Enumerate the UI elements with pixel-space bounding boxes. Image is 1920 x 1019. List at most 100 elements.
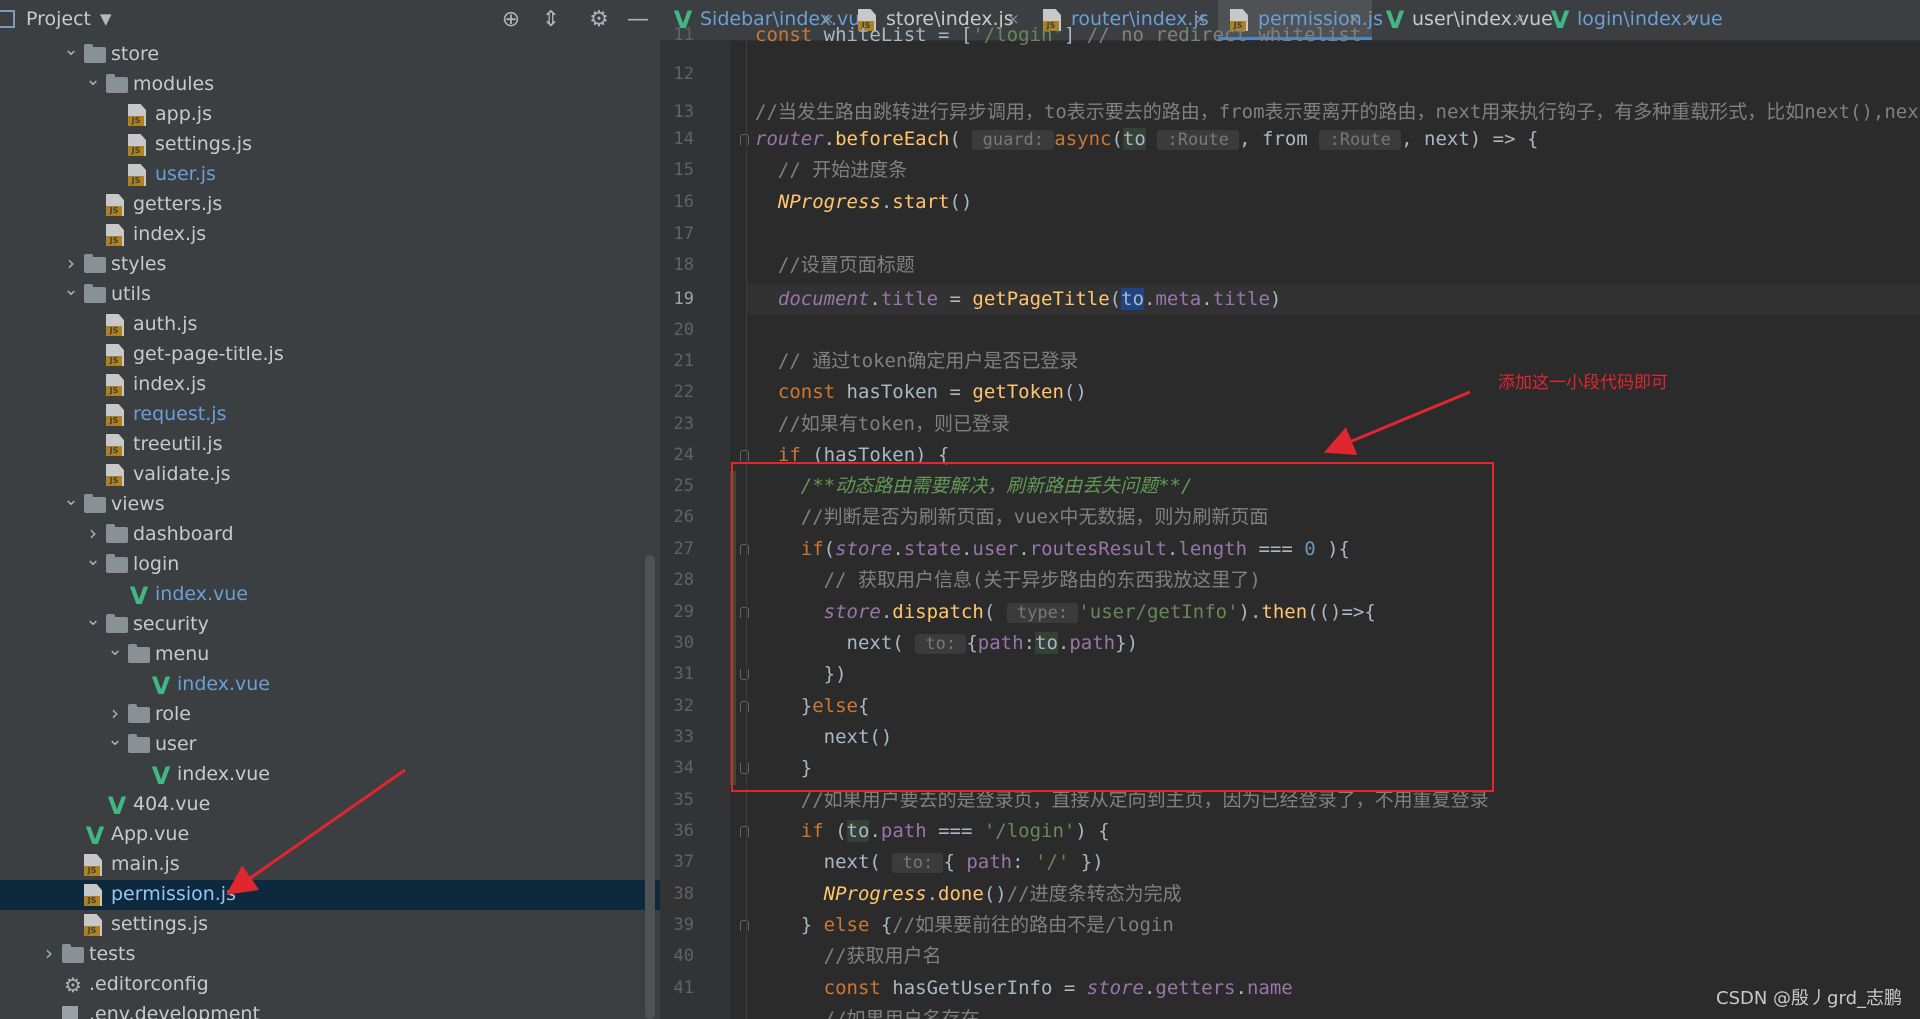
chevron-down-icon[interactable]: ⌄ — [106, 730, 124, 750]
line-number: 12 — [673, 64, 694, 84]
tree-item[interactable]: ⌄ user — [0, 730, 660, 760]
collapse-all-icon[interactable]: ⇕ — [537, 6, 565, 34]
chevron-right-icon[interactable]: › — [106, 703, 124, 723]
line-number: 26 — [673, 507, 694, 527]
line-number: 30 — [673, 633, 694, 653]
chevron-down-icon[interactable]: ⌄ — [84, 610, 102, 630]
fold-marker-icon[interactable] — [740, 134, 749, 145]
chevron-right-icon[interactable]: › — [84, 523, 102, 543]
tree-item[interactable]: settings.js — [0, 130, 660, 160]
tree-item-label: views — [111, 493, 165, 515]
gear-icon: ⚙ — [64, 973, 82, 997]
chevron-down-icon[interactable]: ⌄ — [84, 550, 102, 570]
js-file-icon — [128, 134, 146, 156]
tree-item[interactable]: › styles — [0, 250, 660, 280]
project-scrollbar[interactable] — [645, 555, 655, 1019]
tree-item[interactable]: app.js — [0, 100, 660, 130]
line-number: 32 — [673, 696, 694, 716]
chevron-down-icon[interactable]: ▼ — [100, 10, 112, 28]
tree-item[interactable]: ⌄ views — [0, 490, 660, 520]
tree-item[interactable]: .env.development — [0, 1000, 660, 1019]
folder-icon — [62, 944, 84, 963]
tree-item[interactable]: Vindex.vue — [0, 580, 660, 610]
folder-icon — [106, 524, 128, 543]
tree-item[interactable]: auth.js — [0, 310, 660, 340]
chevron-down-icon[interactable]: ⌄ — [62, 280, 80, 300]
tree-item[interactable]: index.js — [0, 220, 660, 250]
code-line-14: router.beforeEach( guard: async(to :Rout… — [755, 128, 1539, 150]
chevron-down-icon[interactable]: ⌄ — [106, 640, 124, 660]
tree-item[interactable]: Vindex.vue — [0, 670, 660, 700]
file-icon — [62, 1006, 78, 1019]
tree-item[interactable]: ⌄ modules — [0, 70, 660, 100]
chevron-right-icon[interactable]: › — [62, 253, 80, 273]
tree-item[interactable]: permission.js — [0, 880, 660, 910]
tab-label: user\index.vue — [1412, 8, 1553, 30]
tree-item[interactable]: main.js — [0, 850, 660, 880]
chevron-down-icon[interactable]: ⌄ — [84, 70, 102, 90]
tree-item[interactable]: Vindex.vue — [0, 760, 660, 790]
fold-marker-icon[interactable] — [740, 920, 749, 931]
tree-item-label: treeutil.js — [133, 433, 223, 455]
tree-item-label: .env.development — [89, 1003, 260, 1019]
tree-item-label: role — [155, 703, 191, 725]
chevron-down-icon[interactable]: ⌄ — [62, 40, 80, 60]
js-file-icon — [106, 224, 124, 246]
fold-marker-icon[interactable] — [740, 450, 749, 461]
line-number: 16 — [673, 192, 694, 212]
folder-icon — [128, 704, 150, 723]
tree-item-label: styles — [111, 253, 167, 275]
folder-icon — [84, 494, 106, 513]
tree-item[interactable]: ⌄ utils — [0, 280, 660, 310]
line-number: 34 — [673, 758, 694, 778]
js-file-icon — [106, 404, 124, 426]
tree-item-label: security — [133, 613, 209, 635]
tree-item[interactable]: ⌄ menu — [0, 640, 660, 670]
tree-item[interactable]: › role — [0, 700, 660, 730]
fold-marker-icon[interactable] — [740, 826, 749, 837]
vue-file-icon: V — [151, 762, 171, 790]
tree-item-label: index.js — [133, 373, 207, 395]
tree-item[interactable]: settings.js — [0, 910, 660, 940]
code-line-21: // 通过token确定用户是否已登录 — [777, 350, 1079, 372]
tree-item[interactable]: ⌄ login — [0, 550, 660, 580]
highlight-box — [731, 462, 1494, 792]
chevron-right-icon[interactable]: › — [40, 943, 58, 963]
tree-item-label: store — [111, 43, 160, 65]
tree-item[interactable]: ⚙ .editorconfig — [0, 970, 660, 1000]
tree-item[interactable]: › dashboard — [0, 520, 660, 550]
tree-item[interactable]: validate.js — [0, 460, 660, 490]
tab-user-index-vue[interactable]: Vuser\index.vue × — [1372, 0, 1553, 40]
gear-icon[interactable]: ⚙ — [585, 6, 613, 34]
tree-item[interactable]: V 404.vue — [0, 790, 660, 820]
folder-icon — [128, 644, 150, 663]
tree-item[interactable]: index.js — [0, 370, 660, 400]
tree-item[interactable]: treeutil.js — [0, 430, 660, 460]
locate-file-icon[interactable]: ⊕ — [497, 6, 525, 34]
tree-item[interactable]: ⌄ security — [0, 610, 660, 640]
close-tab-icon[interactable]: × — [1684, 10, 1697, 28]
hide-panel-icon[interactable]: — — [624, 6, 652, 34]
line-number: 21 — [673, 351, 694, 371]
tree-item[interactable]: › tests — [0, 940, 660, 970]
line-number: 14 — [673, 129, 694, 149]
project-view-selector[interactable]: Project — [26, 8, 91, 30]
js-file-icon — [84, 914, 102, 936]
tree-item-label: user.js — [155, 163, 216, 185]
vue-file-icon: V — [1385, 6, 1405, 34]
tree-item-label: permission.js — [111, 883, 236, 905]
chevron-down-icon[interactable]: ⌄ — [62, 490, 80, 510]
tree-item[interactable]: request.js — [0, 400, 660, 430]
tree-item[interactable]: user.js — [0, 160, 660, 190]
line-number: 11 — [673, 25, 694, 45]
line-number: 29 — [673, 602, 694, 622]
line-number: 37 — [673, 852, 694, 872]
tree-item[interactable]: V App.vue — [0, 820, 660, 850]
tree-item[interactable]: get-page-title.js — [0, 340, 660, 370]
close-tab-icon[interactable]: × — [1513, 10, 1526, 28]
tree-item[interactable]: getters.js — [0, 190, 660, 220]
tree-item[interactable]: ⌄ store — [0, 40, 660, 70]
tab-login-index-vue[interactable]: Vlogin\index.vue × — [1537, 0, 1723, 40]
line-number: 17 — [673, 224, 694, 244]
line-number-gutter: 11 12 13 14 15 16 17 18 19 20 21 22 23 24 25 26 27 28 29 30… — [660, 25, 749, 1019]
